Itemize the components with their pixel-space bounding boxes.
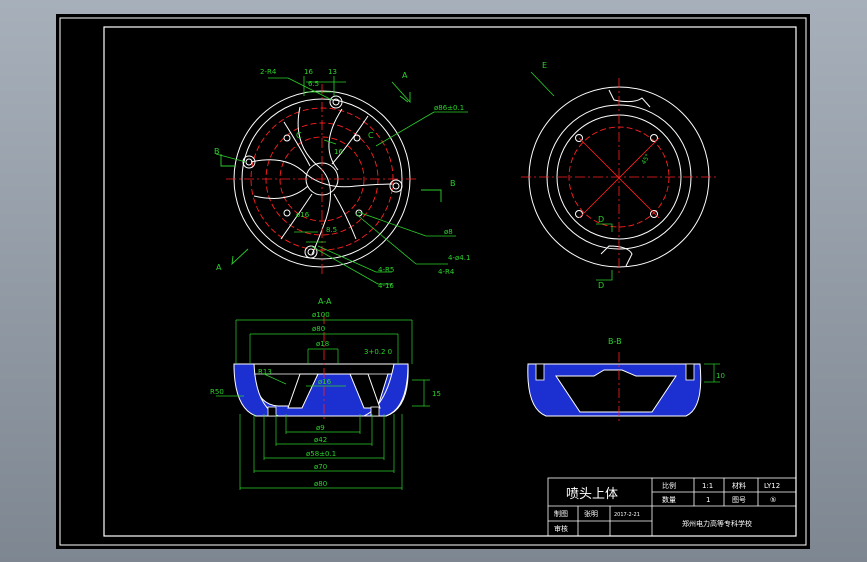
drawn-label: 制图: [554, 509, 568, 518]
dim-height-10: 10: [716, 372, 725, 380]
outer-border: [59, 17, 807, 546]
drawing-sheet: 2-R4 16 13 6.5 ø86±0.1 C C 16 ø16 8.5 ø8…: [56, 14, 810, 549]
dim-d16: ø16: [318, 378, 332, 386]
drawing-number-label: 图号: [732, 496, 746, 504]
label-c-2: C: [368, 131, 374, 140]
dim-r50: R50: [210, 388, 224, 396]
section-b-b-title: B-B: [608, 337, 622, 346]
section-mark-b-right: B: [450, 179, 456, 188]
material-value: LY12: [764, 482, 780, 490]
dim-16: 16: [304, 68, 313, 76]
section-a-a-title: A-A: [318, 297, 332, 306]
dim-d9: ø9: [316, 424, 325, 432]
drawing-number-value: ⑤: [770, 496, 776, 504]
quantity-value: 1: [706, 496, 710, 504]
scale-value: 1:1: [702, 482, 713, 490]
dim-r13: R13: [258, 368, 272, 376]
school-name: 郑州电力高等专科学校: [682, 519, 752, 528]
quantity-label: 数量: [662, 495, 676, 504]
dim-4-r4: 4-R4: [438, 268, 455, 276]
drawn-name: 张明: [584, 509, 598, 518]
dim-d58: ø58±0.1: [306, 450, 336, 458]
dim-height-15: 15: [432, 390, 441, 398]
dim-d18: ø18: [316, 340, 329, 348]
dim-8-5: 8.5: [326, 226, 337, 234]
dim-d86: ø86±0.1: [434, 104, 464, 112]
side-view: E D D 45°: [521, 61, 718, 290]
drawn-date: 2017-2-21: [614, 512, 640, 518]
dim-2r4: 2-R4: [260, 68, 277, 76]
checked-label: 审核: [554, 524, 568, 533]
view-mark-d-2: D: [598, 281, 604, 290]
material-label: 材料: [732, 481, 746, 490]
section-b-b: B-B 10: [527, 337, 725, 424]
drawing-canvas: 2-R4 16 13 6.5 ø86±0.1 C C 16 ø16 8.5 ø8…: [59, 17, 807, 546]
dim-16b: 16: [334, 148, 343, 156]
dim-d80-top: ø80: [312, 325, 325, 333]
dim-13: 13: [328, 68, 337, 76]
section-mark-a-top: A: [402, 71, 408, 80]
dim-depth: 3+0.2 0: [364, 348, 392, 356]
dim-d70: ø70: [314, 463, 327, 471]
dim-6-5: 6.5: [308, 80, 319, 88]
dim-d80-bottom: ø80: [314, 480, 327, 488]
section-mark-a-bottom: A: [216, 263, 222, 272]
front-view: 2-R4 16 13 6.5 ø86±0.1 C C 16 ø16 8.5 ø8…: [214, 68, 470, 290]
label-c-1: C: [296, 131, 302, 140]
dim-4-d4-1: 4-ø4.1: [448, 254, 470, 262]
cad-viewport[interactable]: 2-R4 16 13 6.5 ø86±0.1 C C 16 ø16 8.5 ø8…: [0, 0, 867, 562]
part-name: 喷头上体: [566, 487, 618, 502]
dim-4-16: 4-16: [378, 282, 394, 290]
dim-d42: ø42: [314, 436, 327, 444]
section-a-a: A-A ø100 ø80 ø18 3+0.2 0 R13 R50 ø16 15 …: [210, 297, 441, 490]
scale-label: 比例: [662, 481, 676, 490]
view-mark-e: E: [542, 61, 547, 70]
dim-d8: ø8: [444, 228, 453, 236]
view-mark-d-1: D: [598, 215, 604, 224]
dim-d16: ø16: [296, 211, 310, 219]
section-mark-b-left: B: [214, 147, 220, 156]
dim-d100: ø100: [312, 311, 330, 319]
dim-4-r5: 4-R5: [378, 266, 394, 274]
